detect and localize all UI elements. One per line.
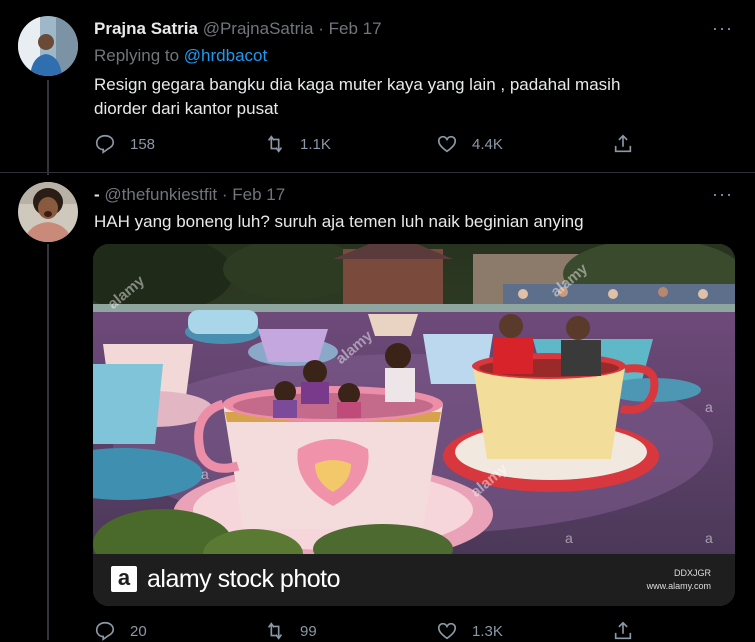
display-name[interactable]: Prajna Satria (94, 19, 198, 38)
replying-label: Replying to (94, 46, 180, 65)
teacup-ride-photo (93, 244, 735, 606)
reply-icon (95, 134, 115, 154)
more-icon[interactable]: ··· (712, 184, 733, 205)
watermark-small: a (565, 530, 573, 546)
tweet-text-line: diorder dari kantor pusat (94, 99, 279, 118)
tweet-date[interactable]: Feb 17 (329, 19, 382, 38)
thread-line (47, 244, 49, 640)
reply-count: 20 (130, 622, 147, 640)
retweet-icon (267, 135, 283, 153)
watermark-small: a (705, 399, 713, 415)
separator-dot: · (221, 185, 228, 204)
share-button[interactable] (612, 620, 634, 642)
replying-handle-link[interactable]: @hrdbacot (184, 46, 267, 65)
tweet-text: HAH yang boneng luh? suruh aja temen luh… (94, 212, 584, 231)
alamy-brand-text: alamy stock photo (147, 565, 341, 593)
image-code: DDXJGR (673, 568, 711, 578)
watermark-small: a (705, 530, 713, 546)
share-button[interactable] (612, 133, 634, 155)
avatar[interactable] (18, 16, 78, 76)
tweet-header: Prajna Satria @PrajnaSatria · Feb 17 (94, 19, 382, 39)
separator-dot: · (318, 19, 324, 38)
alamy-site: www.alamy.com (646, 581, 711, 591)
alamy-banner: a alamy stock photo DDXJGR www.alamy.com (93, 554, 735, 606)
more-icon[interactable]: ··· (712, 18, 733, 39)
tweet-header: - @thefunkiestfit · Feb 17 (94, 185, 285, 205)
alamy-logo: a (111, 566, 137, 592)
like-count: 4.4K (472, 135, 503, 153)
like-icon (437, 135, 457, 153)
like-button[interactable]: 4.4K (436, 133, 612, 155)
retweet-button[interactable]: 1.1K (264, 133, 436, 155)
avatar[interactable] (18, 182, 78, 242)
user-handle[interactable]: @PrajnaSatria (203, 19, 314, 38)
tweet-actions: 20 99 1.3K (94, 620, 634, 642)
reply-icon (95, 621, 115, 641)
display-name[interactable]: - (94, 185, 100, 204)
share-icon (614, 134, 632, 153)
like-icon (437, 622, 457, 640)
divider (0, 172, 755, 173)
tweet-image[interactable]: alamy alamy alamy alamy a a a a a alamy … (93, 244, 735, 606)
reply-count: 158 (130, 135, 156, 153)
user-handle[interactable]: @thefunkiestfit (104, 185, 217, 204)
replying-to: Replying to @hrdbacot (94, 46, 267, 66)
alamy-code: DDXJGR www.alamy.com (647, 567, 711, 593)
retweet-icon (267, 622, 283, 640)
thread-line (47, 80, 49, 175)
like-count: 1.3K (472, 622, 503, 640)
retweet-button[interactable]: 99 (264, 620, 436, 642)
share-icon (614, 621, 632, 640)
reply-button[interactable]: 20 (94, 620, 264, 642)
like-button[interactable]: 1.3K (436, 620, 612, 642)
tweet-text: Resign gegara bangku dia kaga muter kaya… (94, 73, 620, 121)
tweet-date[interactable]: Feb 17 (232, 185, 285, 204)
watermark-small: a (201, 466, 209, 482)
retweet-count: 1.1K (300, 135, 331, 153)
reply-button[interactable]: 158 (94, 133, 264, 155)
retweet-count: 99 (300, 622, 317, 640)
tweet-text-line: Resign gegara bangku dia kaga muter kaya… (94, 75, 621, 94)
tweet-actions: 158 1.1K 4.4K (94, 133, 634, 155)
